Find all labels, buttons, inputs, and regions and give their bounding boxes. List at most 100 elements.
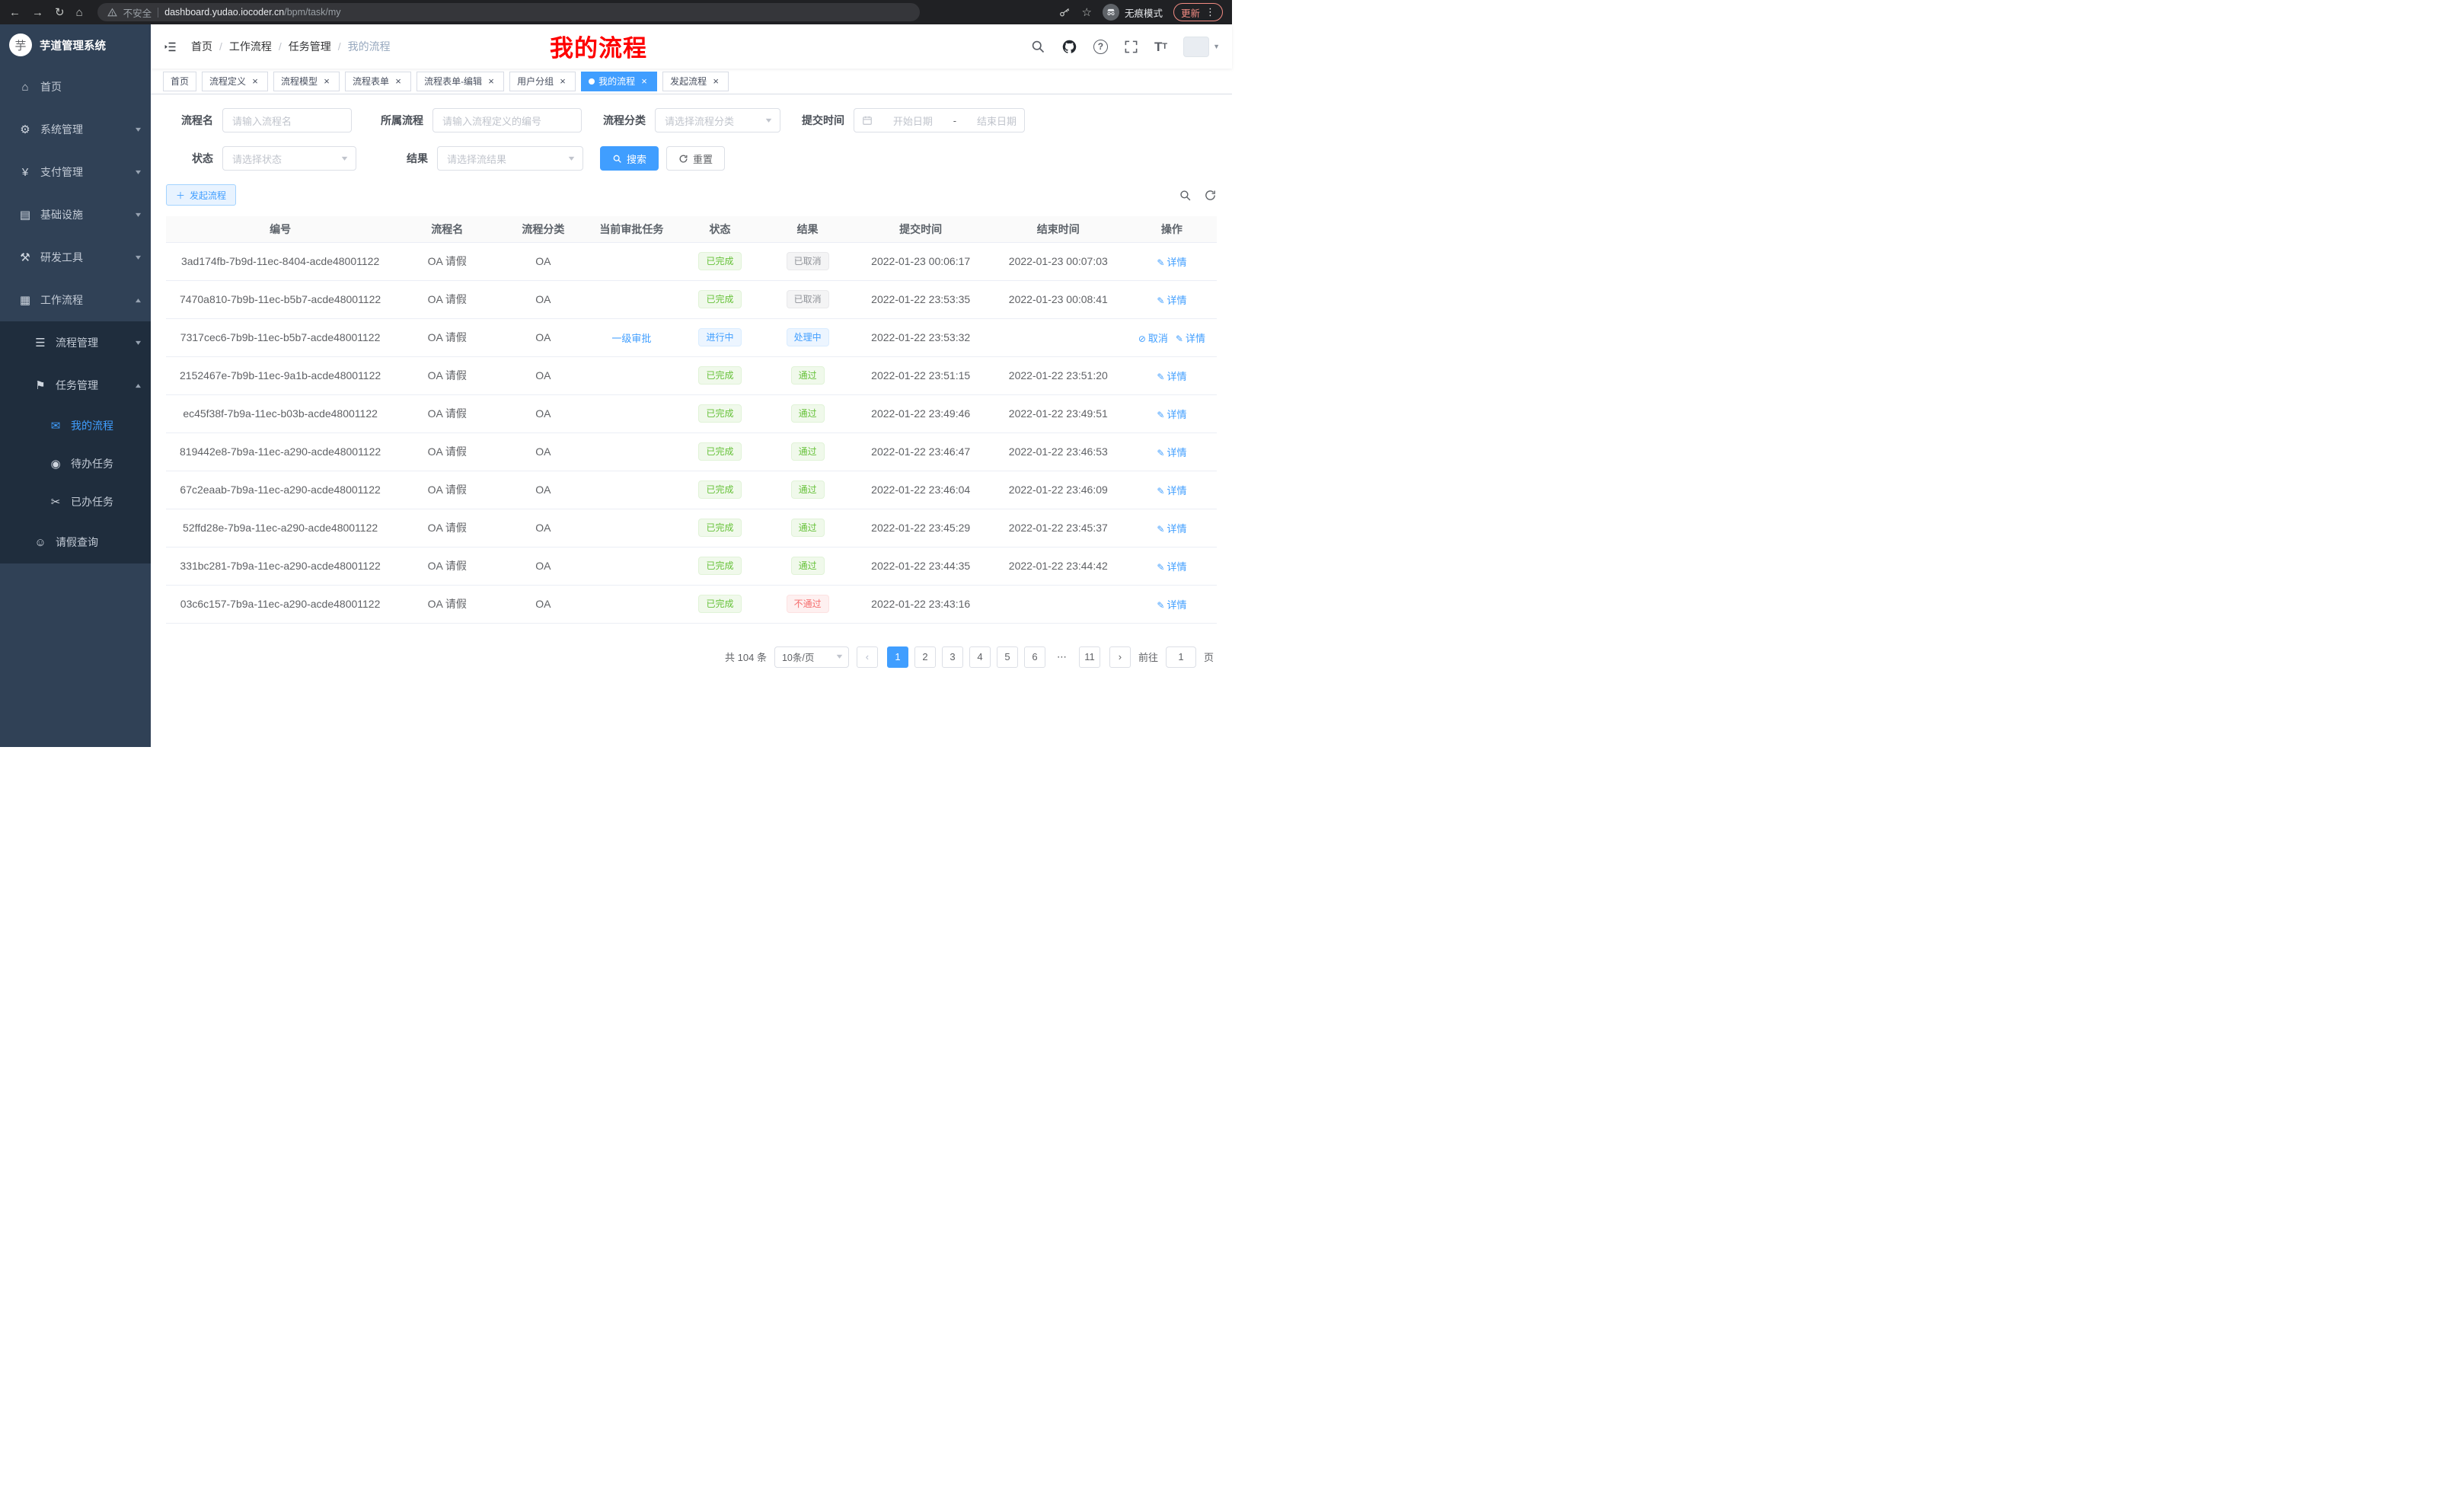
sidebar-item-1[interactable]: ⚙系统管理▾	[0, 108, 151, 151]
date-end-placeholder: 结束日期	[977, 113, 1017, 128]
search-button-label: 搜索	[627, 152, 646, 166]
cell-category: OA	[500, 585, 586, 623]
sidebar-item-5[interactable]: ▦工作流程▾	[0, 279, 151, 321]
detail-icon: ✎	[1157, 524, 1164, 535]
page-button-1[interactable]: 1	[887, 646, 908, 668]
cell-submit-time: 2022-01-22 23:53:35	[852, 280, 990, 318]
show-search-icon[interactable]	[1179, 189, 1192, 202]
detail-link[interactable]: ✎详情	[1157, 409, 1186, 420]
page-button-4[interactable]: 4	[969, 646, 991, 668]
goto-page-input[interactable]	[1166, 646, 1196, 668]
sidebar-item-label: 基础设施	[40, 207, 83, 222]
breadcrumb-item[interactable]: 工作流程	[229, 39, 272, 54]
status-badge: 进行中	[698, 328, 741, 346]
breadcrumb-item[interactable]: 任务管理	[289, 39, 331, 54]
date-separator: -	[953, 115, 956, 126]
tab-3[interactable]: 流程表单×	[345, 72, 411, 91]
sidebar-item-7[interactable]: ⚑任务管理▾	[0, 364, 151, 407]
definition-input[interactable]: 请输入流程定义的编号	[432, 108, 582, 132]
browser-forward-icon[interactable]: →	[32, 7, 43, 18]
cancel-link[interactable]: ⊘取消	[1138, 333, 1168, 344]
detail-link[interactable]: ✎详情	[1157, 257, 1186, 268]
sidebar-item-8[interactable]: ✉我的流程	[0, 407, 151, 445]
next-page-button[interactable]: ›	[1109, 646, 1131, 668]
page-button-2[interactable]: 2	[914, 646, 936, 668]
page-button-3[interactable]: 3	[942, 646, 963, 668]
sidebar-item-0[interactable]: ⌂首页	[0, 65, 151, 108]
tab-0[interactable]: 首页	[163, 72, 196, 91]
detail-icon: ✎	[1157, 410, 1164, 420]
search-button[interactable]: 搜索	[600, 146, 659, 171]
fullscreen-icon[interactable]	[1124, 40, 1138, 54]
update-chip[interactable]: 更新 ⋮	[1173, 3, 1223, 21]
browser-refresh-icon[interactable]: ↻	[55, 7, 65, 18]
cell-end-time: 2022-01-22 23:49:51	[990, 394, 1127, 433]
detail-link[interactable]: ✎详情	[1157, 485, 1186, 496]
address-bar[interactable]: 不安全 dashboard.yudao.iocoder.cn/bpm/task/…	[97, 3, 920, 21]
tab-1[interactable]: 流程定义×	[202, 72, 268, 91]
page-button-5[interactable]: 5	[997, 646, 1018, 668]
detail-link[interactable]: ✎详情	[1157, 523, 1186, 535]
detail-link[interactable]: ✎详情	[1157, 371, 1186, 382]
sidebar-item-2[interactable]: ¥支付管理▾	[0, 151, 151, 193]
close-icon[interactable]: ×	[486, 76, 496, 87]
status-select[interactable]: 请选择状态▾	[222, 146, 356, 171]
browser-home-icon[interactable]: ⌂	[76, 7, 83, 18]
bookmark-star-icon[interactable]: ☆	[1082, 5, 1092, 19]
cell-result: 处理中	[764, 318, 852, 356]
pagination-total: 共 104 条	[725, 650, 767, 664]
create-process-button[interactable]: ＋ 发起流程	[166, 184, 236, 206]
tab-2[interactable]: 流程模型×	[273, 72, 340, 91]
prev-page-button[interactable]: ‹	[857, 646, 878, 668]
page-button-6[interactable]: 6	[1024, 646, 1045, 668]
close-icon[interactable]: ×	[250, 76, 260, 87]
sidebar-item-3[interactable]: ▤基础设施▾	[0, 193, 151, 236]
collapse-menu-icon[interactable]	[163, 40, 177, 54]
close-icon[interactable]: ×	[710, 76, 721, 87]
tab-5[interactable]: 用户分组×	[509, 72, 576, 91]
tab-4[interactable]: 流程表单-编辑×	[417, 72, 504, 91]
search-icon[interactable]	[1030, 39, 1045, 54]
avatar-image	[1183, 37, 1209, 57]
logo-row[interactable]: 芋 芋道管理系统	[0, 24, 151, 65]
sidebar-item-10[interactable]: ✂已办任务	[0, 483, 151, 521]
page-button-11[interactable]: 11	[1079, 646, 1100, 668]
refresh-table-icon[interactable]	[1204, 189, 1217, 202]
user-avatar[interactable]: ▼	[1183, 37, 1220, 57]
sidebar-item-4[interactable]: ⚒研发工具▾	[0, 236, 151, 279]
date-range-input[interactable]: 开始日期 - 结束日期	[854, 108, 1025, 132]
github-icon[interactable]	[1061, 39, 1077, 55]
detail-link[interactable]: ✎详情	[1157, 561, 1186, 573]
sidebar-item-label: 已办任务	[71, 494, 113, 509]
browser-back-icon[interactable]: ←	[9, 7, 21, 18]
column-header-8: 操作	[1127, 216, 1217, 242]
sidebar-item-9[interactable]: ◉待办任务	[0, 445, 151, 483]
password-key-icon[interactable]	[1058, 6, 1071, 19]
result-select[interactable]: 请选择流结果▾	[437, 146, 583, 171]
detail-link[interactable]: ✎详情	[1157, 599, 1186, 611]
current-task-link[interactable]: 一级审批	[611, 333, 651, 344]
close-icon[interactable]: ×	[321, 76, 332, 87]
cell-result: 已取消	[764, 242, 852, 280]
detail-link[interactable]: ✎详情	[1157, 295, 1186, 306]
tab-6[interactable]: 我的流程×	[581, 72, 657, 91]
breadcrumb-separator: /	[338, 40, 341, 53]
close-icon[interactable]: ×	[393, 76, 404, 87]
page-size-select[interactable]: 10条/页 ▾	[774, 646, 849, 668]
help-icon[interactable]: ?	[1093, 40, 1108, 54]
detail-link[interactable]: ✎详情	[1157, 447, 1186, 458]
page-ellipsis[interactable]: ⋯	[1052, 646, 1073, 668]
breadcrumb-item[interactable]: 首页	[191, 39, 212, 54]
close-icon[interactable]: ×	[639, 76, 650, 87]
name-input[interactable]: 请输入流程名	[222, 108, 352, 132]
category-select[interactable]: 请选择流程分类▾	[655, 108, 780, 132]
sidebar-item-11[interactable]: ☺请假查询	[0, 521, 151, 563]
browser-menu-icon[interactable]: ⋮	[1205, 6, 1215, 18]
cell-actions: ✎详情	[1127, 394, 1217, 433]
reset-button[interactable]: 重置	[666, 146, 725, 171]
detail-link[interactable]: ✎详情	[1176, 333, 1205, 344]
close-icon[interactable]: ×	[557, 76, 568, 87]
font-size-icon[interactable]: TT	[1154, 40, 1167, 53]
tab-7[interactable]: 发起流程×	[662, 72, 729, 91]
sidebar-item-6[interactable]: ☰流程管理▾	[0, 321, 151, 364]
